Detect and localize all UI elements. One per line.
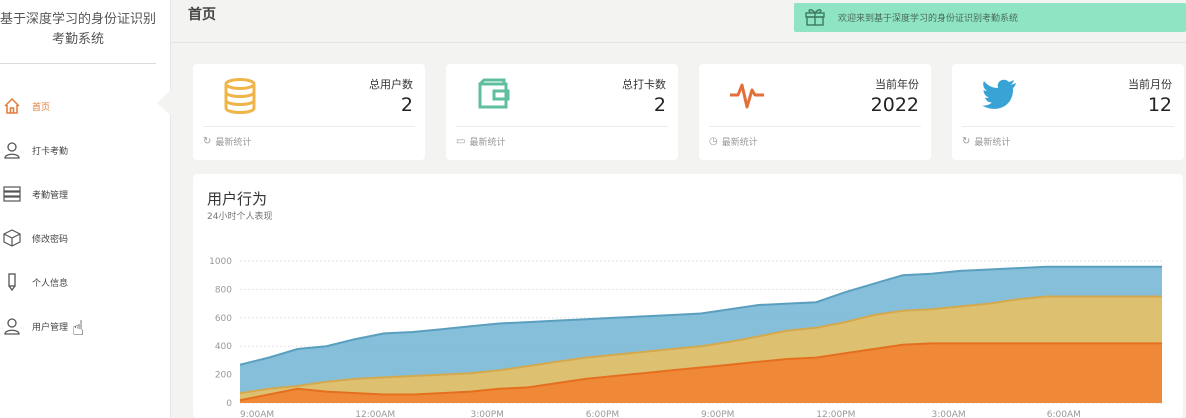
sidebar-item-label: 用户管理 xyxy=(32,322,69,333)
card-divider xyxy=(962,126,1174,127)
stat-footer-text: 最新统计 xyxy=(974,138,1011,148)
x-tick-label: 3:00AM xyxy=(932,410,966,418)
refresh-icon: ↻ xyxy=(962,136,971,147)
server-icon xyxy=(2,184,22,204)
user-icon xyxy=(2,140,22,160)
x-tick-label: 12:00PM xyxy=(816,410,855,418)
stat-value: 2 xyxy=(653,94,666,116)
gift-icon xyxy=(804,6,826,30)
stat-footer: ↻ 最新统计 xyxy=(203,135,251,148)
brand-title-line2: 考勤系统 xyxy=(51,32,104,47)
active-indicator xyxy=(157,90,171,116)
brand-title-line1: 基于深度学习的身份证识别 xyxy=(0,12,156,27)
stat-label: 当前月份 xyxy=(1128,78,1172,91)
sidebar: 基于深度学习的身份证识别 考勤系统 首页 打卡考勤 考勤管理 修改密码 个人信息… xyxy=(0,0,171,418)
app-brand: 基于深度学习的身份证识别 考勤系统 xyxy=(0,0,156,64)
stat-footer: ↻ 最新统计 xyxy=(962,135,1010,148)
card-divider xyxy=(709,126,921,127)
panel-title: 用户行为 xyxy=(207,190,268,208)
wallet-icon xyxy=(476,78,512,116)
top-bar: 首页 欢迎来到基于深度学习的身份证识别考勤系统 xyxy=(171,0,1186,43)
sidebar-item-profile[interactable]: 个人信息 xyxy=(0,260,156,304)
hand-cursor-icon: ☝ xyxy=(72,316,85,340)
sidebar-item-checkin[interactable]: 打卡考勤 xyxy=(0,128,156,172)
user-icon xyxy=(2,316,22,336)
y-tick-label: 1000 xyxy=(209,257,232,267)
pen-icon xyxy=(2,272,22,292)
x-tick-label: 6:00AM xyxy=(1047,410,1081,418)
stat-card-users: 总用户数 2 ↻ 最新统计 xyxy=(193,64,425,160)
stat-card-checkins: 总打卡数 2 ▭ 最新统计 xyxy=(446,64,678,160)
home-icon xyxy=(2,96,22,116)
sidebar-item-label: 首页 xyxy=(32,102,51,113)
cube-icon xyxy=(2,228,22,248)
stat-value: 2022 xyxy=(870,94,919,116)
stat-value: 12 xyxy=(1147,94,1172,116)
user-behavior-chart: 0 200 400 600 800 1000 9:00AM 12:00AM 3:00PM 6:00… xyxy=(209,257,1162,418)
sidebar-item-label: 考勤管理 xyxy=(32,190,69,201)
stat-card-month: 当前月份 12 ↻ 最新统计 xyxy=(952,64,1184,160)
database-icon xyxy=(223,78,257,118)
stat-footer-text: 最新统计 xyxy=(215,138,252,148)
x-tick-label: 3:00PM xyxy=(471,410,504,418)
y-tick-label: 400 xyxy=(215,342,232,352)
x-tick-label: 9:00AM xyxy=(240,410,274,418)
refresh-icon: ↻ xyxy=(203,136,212,147)
stat-label: 总用户数 xyxy=(369,78,413,91)
pulse-icon xyxy=(729,78,765,116)
card-divider xyxy=(203,126,415,127)
x-tick-label: 12:00AM xyxy=(355,410,395,418)
sidebar-item-home[interactable]: 首页 xyxy=(0,84,156,128)
stat-value: 2 xyxy=(400,94,413,116)
panel-subtitle: 24小时个人表现 xyxy=(207,212,273,222)
sidebar-item-label: 修改密码 xyxy=(32,234,69,245)
x-tick-label: 6:00PM xyxy=(586,410,619,418)
y-tick-label: 800 xyxy=(215,285,232,295)
page-title: 首页 xyxy=(188,7,216,23)
x-tick-label: 9:00PM xyxy=(701,410,734,418)
stat-card-year: 当前年份 2022 ◷ 最新统计 xyxy=(699,64,931,160)
sidebar-item-label: 打卡考勤 xyxy=(32,146,69,157)
twitter-icon xyxy=(982,78,1018,114)
stat-label: 总打卡数 xyxy=(622,78,666,91)
stat-footer: ▭ 最新统计 xyxy=(456,135,505,148)
sidebar-nav: 首页 打卡考勤 考勤管理 修改密码 个人信息 用户管理 xyxy=(0,84,156,348)
card-divider xyxy=(456,126,668,127)
y-tick-label: 200 xyxy=(215,371,232,381)
sidebar-item-password[interactable]: 修改密码 xyxy=(0,216,156,260)
y-tick-label: 0 xyxy=(226,399,232,409)
stat-footer-text: 最新统计 xyxy=(721,138,758,148)
clock-icon: ◷ xyxy=(709,136,718,147)
welcome-text: 欢迎来到基于深度学习的身份证识别考勤系统 xyxy=(838,14,1019,24)
calendar-icon: ▭ xyxy=(456,136,466,147)
stat-footer: ◷ 最新统计 xyxy=(709,135,758,148)
stat-footer-text: 最新统计 xyxy=(469,138,506,148)
user-behavior-panel: 0 200 400 600 800 1000 9:00AM 12:00AM 3:00PM 6:00… xyxy=(193,174,1183,418)
y-tick-label: 600 xyxy=(215,314,232,324)
sidebar-item-label: 个人信息 xyxy=(32,278,69,289)
sidebar-item-attendance[interactable]: 考勤管理 xyxy=(0,172,156,216)
stat-label: 当前年份 xyxy=(875,78,919,91)
welcome-banner: 欢迎来到基于深度学习的身份证识别考勤系统 xyxy=(794,3,1186,32)
